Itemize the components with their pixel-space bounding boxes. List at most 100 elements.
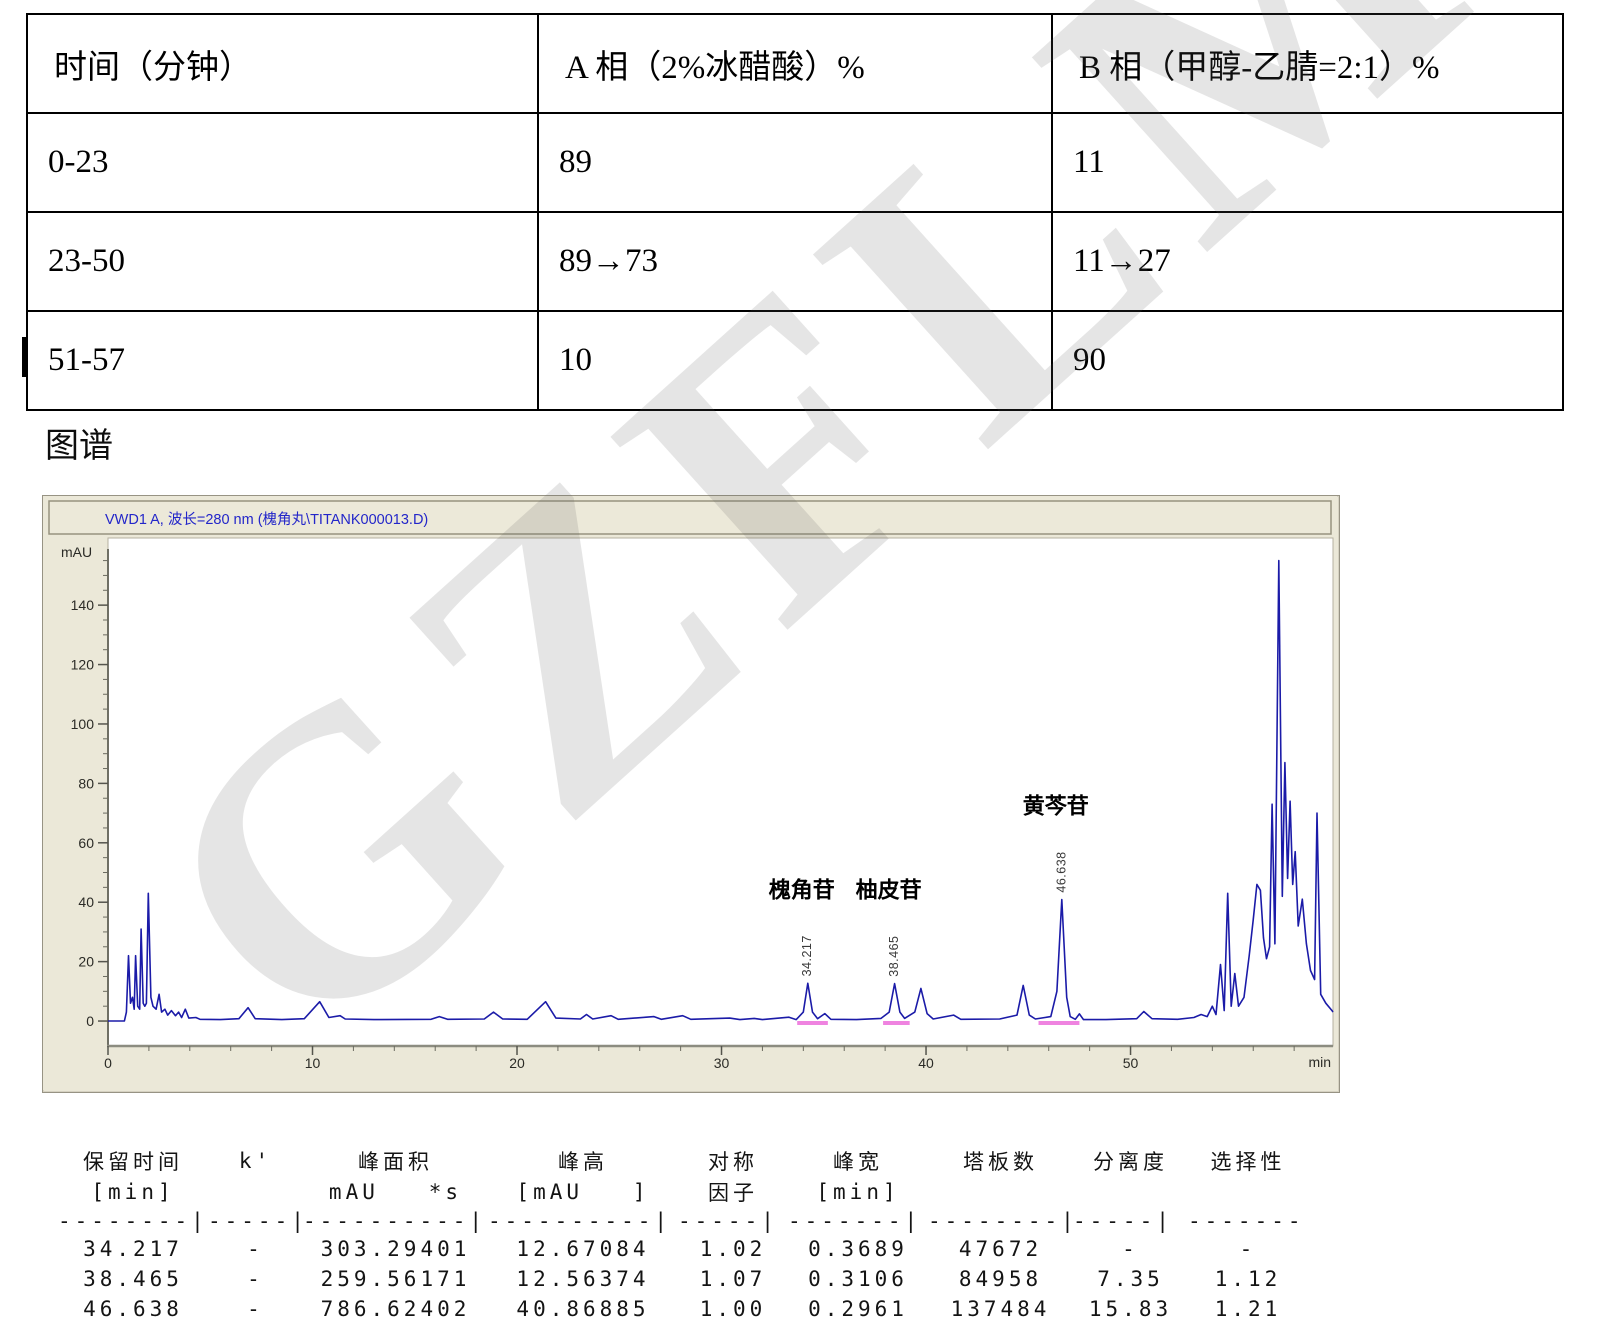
results-separator-8: ------- — [1188, 1208, 1308, 1234]
results-header-6: 塔板数 — [928, 1146, 1073, 1176]
cell-time: 23-50 — [27, 212, 538, 311]
x-tick-label: 40 — [918, 1055, 934, 1071]
results-header-5: 峰宽 — [788, 1146, 928, 1176]
cell-phase-b: 11→27 — [1052, 212, 1563, 311]
results-header-7: 分离度 — [1073, 1146, 1188, 1176]
cell-phase-a: 10 — [538, 311, 1052, 410]
y-tick-label: 0 — [86, 1013, 94, 1029]
results-separator-0: --------| — [58, 1208, 208, 1234]
results-header-1: k' — [208, 1146, 303, 1176]
x-tick-label: 0 — [104, 1055, 112, 1071]
results-cell-r1-c3: 12.56374 — [488, 1264, 678, 1294]
section-heading: 图谱 — [45, 418, 113, 467]
results-separator-7: -----| — [1073, 1208, 1188, 1234]
cell-phase-b: 11 — [1052, 113, 1563, 212]
x-tick-label: 10 — [305, 1055, 321, 1071]
results-cell-r0-c3: 12.67084 — [488, 1234, 678, 1264]
compound-name-label: 黄芩苷 — [1023, 794, 1089, 819]
results-cell-r0-c5: 0.3689 — [788, 1234, 928, 1264]
results-header-8: 选择性 — [1188, 1146, 1308, 1176]
results-cell-r2-c8: 1.21 — [1188, 1294, 1308, 1324]
results-cell-r0-c1: - — [208, 1234, 303, 1264]
results-cell-r2-c1: - — [208, 1294, 303, 1324]
retention-time-label: 38.465 — [887, 935, 901, 976]
table-row: 23-50 89→73 11→27 — [27, 212, 1563, 311]
results-subheader-8 — [1188, 1176, 1308, 1208]
results-subheader-5: [min] — [788, 1176, 928, 1208]
results-cell-r1-c6: 84958 — [928, 1264, 1073, 1294]
peak-results-table: 保留时间k'峰面积峰高对称峰宽塔板数分离度选择性 [min] mAU *s[mAU … — [58, 1146, 1308, 1324]
header-time: 时间（分钟） — [27, 14, 538, 113]
x-tick-label: 50 — [1123, 1055, 1139, 1071]
results-cell-r1-c1: - — [208, 1264, 303, 1294]
results-separator-1: -----| — [208, 1208, 303, 1234]
cell-time: 0-23 — [27, 113, 538, 212]
results-separator-6: --------| — [928, 1208, 1073, 1234]
results-cell-r0-c8: - — [1188, 1234, 1308, 1264]
y-axis-unit: mAU — [61, 544, 92, 560]
results-separator-5: -------| — [788, 1208, 928, 1234]
y-tick-label: 40 — [78, 894, 94, 910]
chromatogram-plot: VWD1 A, 波长=280 nm (槐角丸\TITANK000013.D) m… — [43, 496, 1337, 1090]
results-subheader-2: mAU *s — [303, 1176, 488, 1208]
chromatogram-title: VWD1 A, 波长=280 nm (槐角丸\TITANK000013.D) — [105, 511, 428, 528]
results-header-3: 峰高 — [488, 1146, 678, 1176]
document-page: 时间（分钟） A 相（2%冰醋酸）% B 相（甲醇-乙腈=2:1）% 0-23 … — [0, 0, 1601, 1329]
x-tick-label: 20 — [509, 1055, 525, 1071]
results-cell-r2-c5: 0.2961 — [788, 1294, 928, 1324]
table-header-row: 时间（分钟） A 相（2%冰醋酸）% B 相（甲醇-乙腈=2:1）% — [27, 14, 1563, 113]
results-header-4: 对称 — [678, 1146, 788, 1176]
results-subheader-6 — [928, 1176, 1073, 1208]
compound-name-label: 柚皮苷 — [856, 878, 922, 903]
results-cell-r0-c7: - — [1073, 1234, 1188, 1264]
results-subheader-7 — [1073, 1176, 1188, 1208]
results-cell-r0-c2: 303.29401 — [303, 1234, 488, 1264]
results-separator-2: ----------| — [303, 1208, 488, 1234]
y-tick-label: 140 — [71, 597, 95, 613]
header-phase-a: A 相（2%冰醋酸）% — [538, 14, 1052, 113]
results-subheader-1 — [208, 1176, 303, 1208]
x-tick-label: 30 — [714, 1055, 730, 1071]
results-cell-r1-c8: 1.12 — [1188, 1264, 1308, 1294]
results-cell-r2-c2: 786.62402 — [303, 1294, 488, 1324]
cell-phase-a: 89 — [538, 113, 1052, 212]
results-header-0: 保留时间 — [58, 1146, 208, 1176]
results-cell-r2-c4: 1.00 — [678, 1294, 788, 1324]
gradient-program-table: 时间（分钟） A 相（2%冰醋酸）% B 相（甲醇-乙腈=2:1）% 0-23 … — [26, 13, 1564, 411]
retention-time-label: 46.638 — [1054, 851, 1068, 892]
results-cell-r0-c6: 47672 — [928, 1234, 1073, 1264]
results-cell-r2-c7: 15.83 — [1073, 1294, 1188, 1324]
results-cell-r2-c0: 46.638 — [58, 1294, 208, 1324]
results-cell-r1-c5: 0.3106 — [788, 1264, 928, 1294]
results-cell-r2-c3: 40.86885 — [488, 1294, 678, 1324]
results-cell-r1-c4: 1.07 — [678, 1264, 788, 1294]
y-tick-label: 100 — [71, 716, 95, 732]
y-tick-label: 80 — [78, 775, 94, 791]
compound-name-label: 槐角苷 — [769, 877, 835, 902]
results-cell-r0-c4: 1.02 — [678, 1234, 788, 1264]
cell-phase-b: 90 — [1052, 311, 1563, 410]
scan-artifact-mark — [22, 337, 27, 377]
results-cell-r1-c7: 7.35 — [1073, 1264, 1188, 1294]
cell-phase-a: 89→73 — [538, 212, 1052, 311]
results-cell-r0-c0: 34.217 — [58, 1234, 208, 1264]
results-subheader-3: [mAU ] — [488, 1176, 678, 1208]
cell-time: 51-57 — [27, 311, 538, 410]
results-cell-r1-c0: 38.465 — [58, 1264, 208, 1294]
plot-area — [108, 538, 1333, 1046]
results-cell-r1-c2: 259.56171 — [303, 1264, 488, 1294]
results-header-2: 峰面积 — [303, 1146, 488, 1176]
results-subheader-0: [min] — [58, 1176, 208, 1208]
y-tick-label: 20 — [78, 954, 94, 970]
table-row: 51-57 10 90 — [27, 311, 1563, 410]
header-phase-b: B 相（甲醇-乙腈=2:1）% — [1052, 14, 1563, 113]
retention-time-label: 34.217 — [800, 935, 814, 976]
results-separator-3: ----------| — [488, 1208, 678, 1234]
y-tick-label: 120 — [71, 657, 95, 673]
chromatogram-panel: VWD1 A, 波长=280 nm (槐角丸\TITANK000013.D) m… — [42, 495, 1340, 1093]
results-subheader-4: 因子 — [678, 1176, 788, 1208]
results-cell-r2-c6: 137484 — [928, 1294, 1073, 1324]
y-tick-label: 60 — [78, 835, 94, 851]
table-row: 0-23 89 11 — [27, 113, 1563, 212]
results-separator-4: -----| — [678, 1208, 788, 1234]
